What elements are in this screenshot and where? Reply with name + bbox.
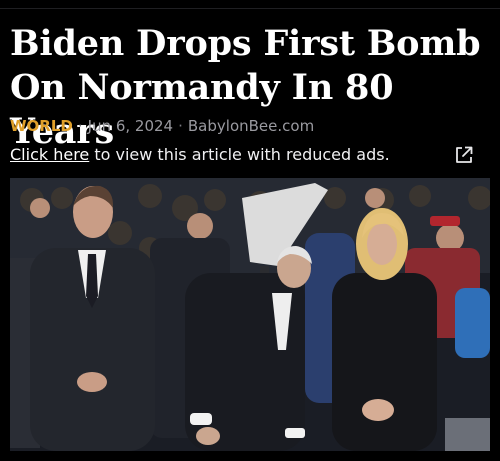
article-photo[interactable] [10, 178, 490, 451]
external-link-icon[interactable] [454, 145, 474, 165]
reduced-ads-banner: Click here to view this article with red… [10, 143, 490, 167]
section-label[interactable]: WORLD [10, 117, 73, 135]
reduced-ads-text: Click here to view this article with red… [10, 145, 390, 164]
reduced-ads-rest: to view this article with reduced ads. [89, 145, 390, 164]
article-source: BabylonBee.com [187, 117, 315, 135]
meta-separator: · [77, 117, 83, 135]
article-meta: WORLD · Jun 6, 2024 · BabylonBee.com [10, 116, 314, 136]
article-date: Jun 6, 2024 [87, 117, 174, 135]
click-here-link[interactable]: Click here [10, 145, 89, 164]
meta-separator: · [178, 117, 183, 135]
top-divider [0, 8, 500, 9]
